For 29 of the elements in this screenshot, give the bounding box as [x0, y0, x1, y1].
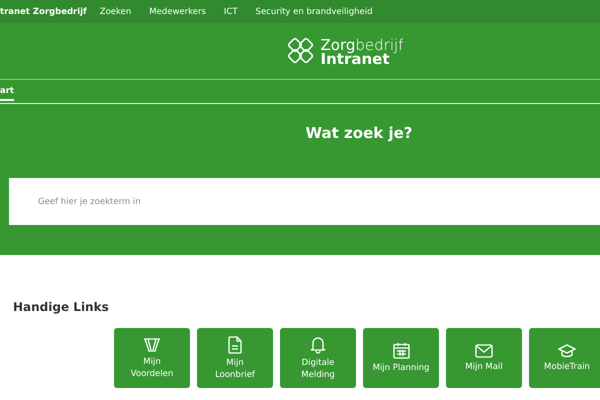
section-title: Handige Links	[13, 300, 110, 314]
search-field[interactable]: Geef hier je zoekterm in	[9, 178, 600, 225]
nav-link[interactable]: Security en brandveiligheid	[256, 6, 372, 16]
tile-label: Mijn Mail	[465, 360, 503, 372]
tile-label: Mijn Planning	[372, 362, 430, 374]
bell-icon	[310, 336, 326, 354]
mail-icon	[475, 344, 493, 358]
search-heading: Wat zoek je?	[304, 124, 414, 142]
nav-link[interactable]: Medewerkers	[149, 6, 206, 16]
logo-subtitle: Intranet	[320, 52, 390, 66]
tile-label: Digitale Melding	[301, 356, 335, 380]
quick-link-tile[interactable]: Mijn Mail	[446, 328, 522, 388]
quick-link-tile[interactable]: Mijn Planning	[363, 328, 439, 388]
quick-link-tile[interactable]: Mijn Voordelen	[114, 328, 190, 388]
cards-icon	[143, 336, 161, 352]
nav-tab[interactable]: art	[0, 82, 14, 100]
calendar-icon	[392, 342, 410, 359]
nav-link[interactable]: ICT	[224, 6, 238, 16]
site-title-link[interactable]: tranet Zorgbedrijf	[0, 6, 87, 16]
graduation-cap-icon	[558, 344, 576, 358]
logo-title: Zorgbedrijf	[320, 38, 404, 52]
tile-label: Mijn Loonbrief	[215, 356, 255, 380]
tile-label: MobieTrain	[544, 360, 590, 372]
quick-link-tile[interactable]: Digitale Melding	[280, 328, 356, 388]
document-icon	[228, 336, 242, 354]
quick-link-tile[interactable]: MobieTrain	[529, 328, 600, 388]
tile-label: Mijn Voordelen	[130, 356, 174, 380]
nav-link[interactable]: Zoeken	[100, 6, 132, 16]
quick-link-tile[interactable]: Mijn Loonbrief	[197, 328, 273, 388]
